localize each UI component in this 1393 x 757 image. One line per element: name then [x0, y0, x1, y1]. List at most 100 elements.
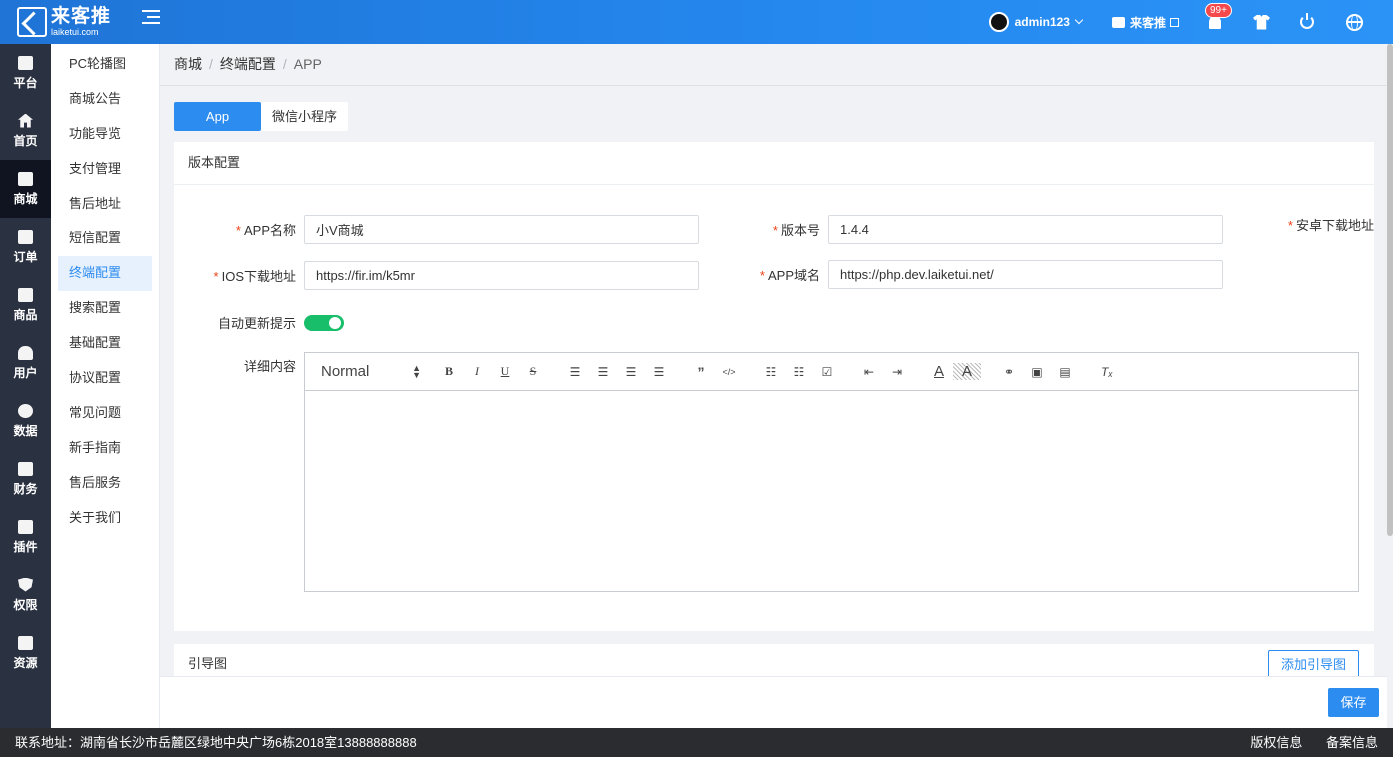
logo[interactable]: 来客推 laiketui.com — [17, 5, 111, 39]
rail-item-order[interactable]: 订单 — [0, 218, 51, 276]
align-justify-icon[interactable]: ☰ — [645, 365, 673, 379]
align-right-icon[interactable]: ☰ — [617, 365, 645, 379]
breadcrumb-current: APP — [293, 56, 322, 72]
clear-format-icon[interactable]: Tₓ — [1093, 365, 1121, 379]
check-list-icon[interactable]: ☑ — [813, 365, 841, 379]
save-button[interactable]: 保存 — [1328, 688, 1379, 717]
avatar — [988, 12, 1009, 32]
footer-address: 联系地址：湖南省长沙市岳麓区绿地中央广场6栋2018室13888888888 — [15, 735, 417, 750]
auto-update-toggle[interactable] — [304, 314, 344, 331]
store-icon — [1111, 16, 1125, 28]
italic-icon[interactable]: I — [463, 364, 491, 379]
scrollbar-thumb[interactable] — [1387, 44, 1393, 536]
menu-toggle-icon[interactable] — [142, 10, 160, 26]
tab-app[interactable]: App — [174, 102, 261, 131]
rail-label: 数据 — [13, 423, 38, 438]
footer: 联系地址：湖南省长沙市岳麓区绿地中央广场6栋2018室13888888888 版… — [0, 728, 1393, 757]
sort-icon: ▲ ▼ — [412, 362, 421, 380]
background-color-icon[interactable]: A — [953, 363, 981, 380]
android-url-label: * 安卓下载地址 — [1287, 218, 1374, 233]
rail-item-plugin[interactable]: 插件 — [0, 508, 51, 566]
rail-item-goods[interactable]: 商品 — [0, 276, 51, 334]
submenu-item-aftersale-address[interactable]: 售后地址 — [58, 187, 152, 222]
submenu-item-newbie[interactable]: 新手指南 — [58, 431, 152, 466]
submenu-item-basic[interactable]: 基础配置 — [58, 326, 152, 361]
top-bar: 来客推 laiketui.com admin123 来客推 99+ — [0, 0, 1393, 44]
detail-label: 详细内容 — [243, 359, 296, 374]
align-left-icon[interactable]: ☰ — [561, 365, 589, 379]
blockquote-icon[interactable]: ” — [687, 364, 715, 380]
submenu-item-notice[interactable]: 商城公告 — [58, 82, 152, 117]
rail-label: 权限 — [13, 597, 38, 612]
auto-update-label: 自动更新提示 — [217, 316, 296, 331]
rail-item-finance[interactable]: 财务 — [0, 450, 51, 508]
rail-item-store[interactable]: 商城 — [0, 160, 51, 218]
logo-sub: laiketui.com — [51, 27, 99, 37]
notification-button[interactable]: 99+ — [1205, 2, 1232, 29]
bullet-list-icon[interactable]: ☷ — [785, 365, 813, 379]
logo-mark-icon — [17, 7, 47, 37]
rail-item-data[interactable]: 数据 — [0, 392, 51, 450]
store-link[interactable]: 来客推 — [1111, 14, 1179, 31]
rail-label: 财务 — [13, 481, 38, 496]
submenu-item-agreement[interactable]: 协议配置 — [58, 361, 152, 396]
puzzle-icon — [18, 519, 33, 534]
version-input[interactable] — [828, 215, 1223, 244]
rail-item-permission[interactable]: 权限 — [0, 566, 51, 624]
underline-icon[interactable]: U — [491, 364, 519, 379]
rail-label: 商品 — [13, 307, 38, 322]
rail-item-resource[interactable]: 资源 — [0, 624, 51, 682]
image-icon[interactable]: ▣ — [1023, 365, 1051, 379]
rail-label: 订单 — [13, 249, 38, 264]
submenu-item-terminal[interactable]: 终端配置 — [58, 256, 152, 292]
submenu-item-about[interactable]: 关于我们 — [58, 501, 152, 536]
record-link[interactable]: 备案信息 — [1326, 735, 1378, 750]
submenu-item-faq[interactable]: 常见问题 — [58, 396, 152, 431]
app-domain-input[interactable] — [828, 260, 1223, 289]
rail-item-user[interactable]: 用户 — [0, 334, 51, 392]
font-color-icon[interactable]: A — [925, 363, 953, 380]
version-config-card: 版本配置 *APP名称 *版本号 *安卓下载地址 *IOS下载地址 *APP域名… — [174, 142, 1374, 631]
align-center-icon[interactable]: ☰ — [589, 365, 617, 379]
editor-content[interactable] — [305, 391, 1358, 591]
platform-icon — [18, 55, 33, 70]
shield-icon — [18, 577, 33, 592]
editor-toolbar: Normal ▲ ▼ B I U S ☰ ☰ ☰ ☰ ” </> ☷ ☷ ☑ ⇤ … — [305, 353, 1358, 391]
font-size-select[interactable]: Normal ▲ ▼ — [321, 363, 421, 380]
power-icon[interactable] — [1300, 13, 1314, 29]
code-block-icon[interactable]: </> — [715, 367, 743, 377]
bold-icon[interactable]: B — [435, 364, 463, 379]
submenu-item-search[interactable]: 搜索配置 — [58, 291, 152, 326]
link-icon[interactable]: ⚭ — [995, 365, 1023, 379]
outdent-icon[interactable]: ⇤ — [855, 365, 883, 379]
submenu-item-payment[interactable]: 支付管理 — [58, 152, 152, 187]
submenu-item-sms[interactable]: 短信配置 — [58, 221, 152, 256]
indent-icon[interactable]: ⇥ — [883, 365, 911, 379]
breadcrumb-item[interactable]: 终端配置 — [220, 56, 276, 72]
video-icon[interactable]: ▤ — [1051, 365, 1079, 379]
sub-menu: PC轮播图 商城公告 功能导览 支付管理 售后地址 短信配置 终端配置 搜索配置… — [51, 44, 160, 728]
theme-icon[interactable] — [1253, 14, 1270, 30]
font-size-value: Normal — [321, 363, 370, 380]
user-menu[interactable]: admin123 — [988, 12, 1084, 32]
version-label: * 版本号 — [772, 223, 820, 238]
ios-url-input[interactable] — [304, 261, 699, 290]
globe-icon[interactable] — [1346, 13, 1363, 31]
main-nav-rail: 平台 首页 商城 订单 商品 用户 数据 财务 插件 权限 资源 — [0, 44, 51, 728]
tab-wechat[interactable]: 微信小程序 — [261, 102, 348, 131]
ordered-list-icon[interactable]: ☷ — [757, 365, 785, 379]
ios-url-label: * IOS下载地址 — [213, 269, 296, 284]
breadcrumb-item[interactable]: 商城 — [174, 56, 202, 72]
rail-label: 资源 — [13, 655, 38, 670]
rail-item-platform[interactable]: 平台 — [0, 44, 51, 102]
app-name-input[interactable] — [304, 215, 699, 244]
strike-icon[interactable]: S — [519, 364, 547, 379]
copyright-link[interactable]: 版权信息 — [1250, 735, 1302, 750]
rail-item-home[interactable]: 首页 — [0, 102, 51, 160]
scrollbar[interactable] — [1387, 44, 1393, 728]
user-icon — [18, 345, 33, 360]
submenu-item-aftersale-service[interactable]: 售后服务 — [58, 466, 152, 501]
submenu-item-guide-nav[interactable]: 功能导览 — [58, 117, 152, 152]
external-link-icon — [1170, 17, 1179, 27]
submenu-item-pc-banner[interactable]: PC轮播图 — [58, 47, 152, 82]
